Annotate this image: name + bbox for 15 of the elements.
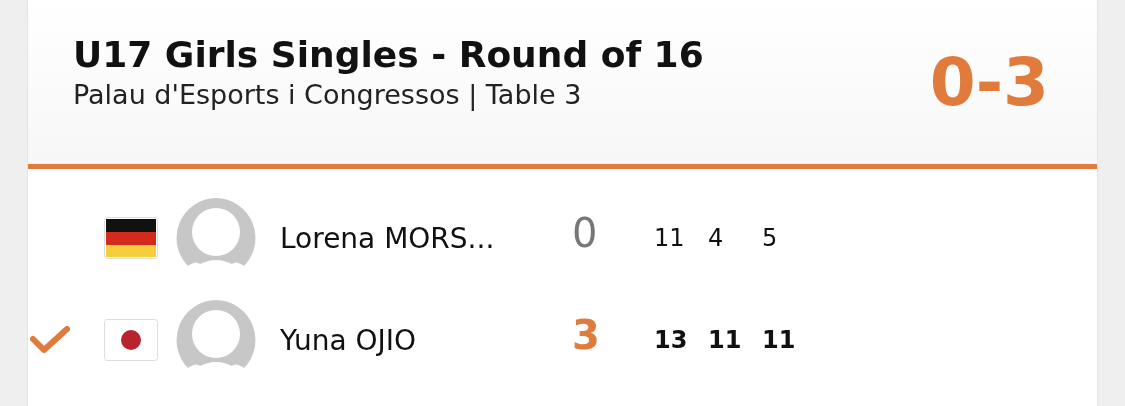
player-name: Lorena MORS...: [280, 221, 496, 255]
game-score: 11: [708, 326, 743, 354]
match-title: U17 Girls Singles - Round of 16: [73, 34, 704, 75]
player-name: Yuna OJIO: [280, 323, 418, 357]
flag-icon: [104, 319, 158, 361]
venue-subtitle: Palau d'Esports i Congressos | Table 3: [73, 79, 583, 110]
flag-icon: [104, 217, 158, 259]
game-score: 11: [654, 224, 686, 252]
game-score: 11: [762, 326, 797, 354]
game-score: 4: [708, 224, 725, 252]
game-score: 13: [654, 326, 689, 354]
match-score: 0-3: [929, 43, 1049, 121]
sets-won: 3: [572, 312, 601, 358]
game-score: 5: [762, 224, 779, 252]
sets-won: 0: [572, 210, 599, 256]
